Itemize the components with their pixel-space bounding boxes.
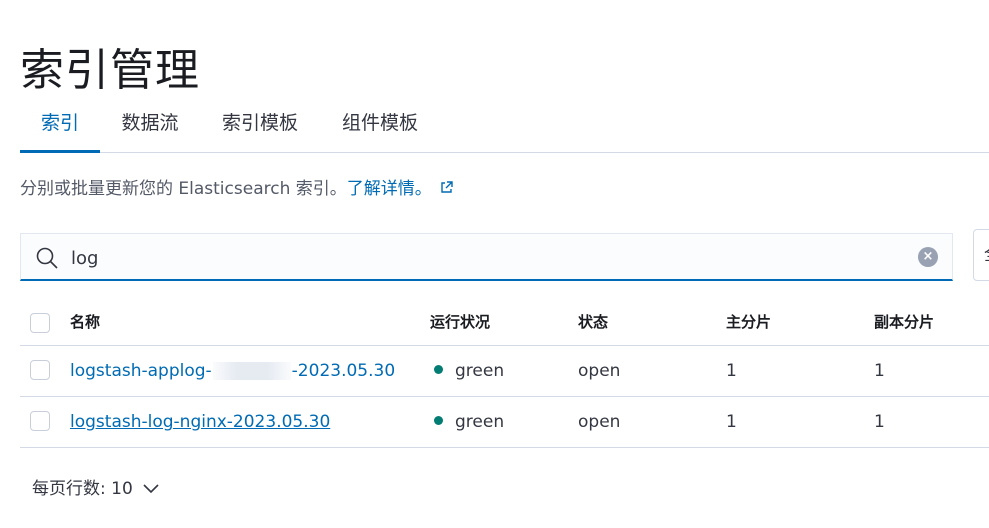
search-bar: × [20,233,953,281]
search-icon [35,246,59,274]
column-header-name[interactable]: 名称 [70,300,100,345]
replicas-cell: 1 [874,361,885,381]
replicas-cell: 1 [874,412,885,432]
tab-data-streams[interactable]: 数据流 [116,100,184,150]
index-name-cell: logstash-log-nginx-2023.05.30 [70,397,330,447]
column-header-health[interactable]: 运行状况 [430,300,490,345]
column-header-replicas[interactable]: 副本分片 [874,300,934,345]
primaries-cell: 1 [726,412,737,432]
tabs-bar: 索引 数据流 索引模板 组件模板 [20,100,989,153]
filter-button[interactable]: 全 [973,229,989,281]
health-dot-icon [434,365,443,374]
table-row: logstash-log-nginx-2023.05.30 green open… [20,397,989,448]
table-header-row: 名称 运行状况 状态 主分片 副本分片 [20,300,989,346]
status-cell: open [578,361,621,381]
external-link-icon [440,179,453,199]
rows-per-page-selector[interactable]: 每页行数: 10 [32,474,159,499]
column-header-primaries[interactable]: 主分片 [726,300,771,345]
page-title: 索引管理 [20,45,200,97]
index-name-suffix: -2023.05.30 [291,361,396,381]
health-cell: green [434,346,504,396]
primaries-cell: 1 [726,361,737,381]
clear-search-icon[interactable]: × [918,247,938,267]
page-description: 分别或批量更新您的 Elasticsearch 索引。了解详情。 [20,174,453,199]
learn-more-link[interactable]: 了解详情。 [347,179,432,199]
description-text: 分别或批量更新您的 Elasticsearch 索引。 [20,179,347,199]
tab-index-templates[interactable]: 索引模板 [216,100,304,150]
health-value: green [455,412,505,432]
chevron-down-icon [143,479,159,499]
row-checkbox[interactable] [30,411,50,431]
index-name-link[interactable]: logstash-log-nginx-2023.05.30 [70,412,330,432]
search-input[interactable] [69,240,893,276]
tab-component-templates[interactable]: 组件模板 [336,100,424,150]
row-checkbox[interactable] [30,360,50,380]
health-cell: green [434,397,504,447]
column-header-status[interactable]: 状态 [578,300,608,345]
select-all-checkbox[interactable] [30,313,50,333]
health-dot-icon [434,416,443,425]
index-name-link[interactable]: logstash-applog- -2023.05.30 [70,361,395,381]
indices-table: 名称 运行状况 状态 主分片 副本分片 logstash-applog- -202… [20,300,989,448]
index-name-cell: logstash-applog- -2023.05.30 [70,346,395,396]
table-row: logstash-applog- -2023.05.30 green open 1… [20,346,989,397]
status-cell: open [578,412,621,432]
redacted-segment [212,362,291,380]
health-value: green [455,361,505,381]
index-name-prefix: logstash-applog- [70,361,212,381]
rows-per-page-label: 每页行数: 10 [32,479,133,499]
tab-indices[interactable]: 索引 [20,100,100,153]
